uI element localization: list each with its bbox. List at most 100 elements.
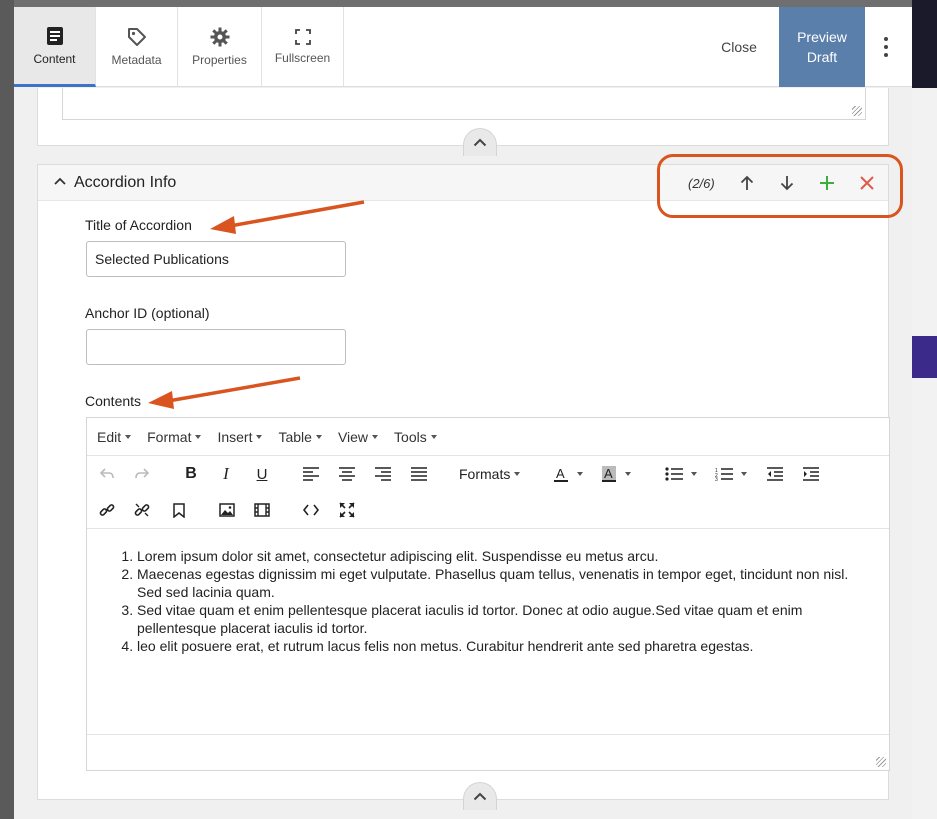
editor-toolbar-row-2 [87, 492, 889, 528]
redo-button[interactable] [132, 464, 152, 484]
bullet-list-icon [665, 467, 683, 481]
rich-text-editor: Edit Format Insert Table View Tools B I [86, 417, 890, 771]
bookmark-icon [173, 502, 185, 518]
menu-insert[interactable]: Insert [217, 429, 263, 445]
list-item: leo elit posuere erat, et rutrum lacus f… [137, 637, 865, 655]
tab-content[interactable]: Content [14, 7, 96, 87]
preview-draft-button[interactable]: Preview Draft [779, 7, 865, 87]
insert-media-button[interactable] [252, 500, 272, 520]
indent-icon [803, 467, 819, 481]
italic-icon: I [223, 464, 229, 483]
tab-label: Metadata [111, 53, 162, 67]
bold-icon: B [185, 465, 197, 482]
close-button[interactable]: Close [704, 7, 774, 87]
underline-icon: U [256, 465, 268, 483]
underline-button[interactable]: U [252, 464, 272, 484]
tab-label: Properties [192, 53, 247, 67]
svg-text:A: A [604, 466, 613, 481]
italic-button[interactable]: I [216, 464, 236, 484]
insert-link-button[interactable] [97, 500, 117, 520]
modal-toolbar: Content Metadata Properties Fullscreen C… [14, 7, 912, 87]
align-right-button[interactable] [373, 464, 393, 484]
resize-handle-icon[interactable] [876, 757, 886, 767]
annotation-highlight-box [657, 154, 903, 218]
justify-icon [411, 467, 427, 481]
more-options-icon[interactable] [876, 37, 896, 57]
align-center-icon [339, 467, 355, 481]
text-color-button[interactable]: A [553, 464, 583, 484]
fullscreen-icon [294, 29, 311, 45]
background-color-button[interactable]: A [601, 464, 631, 484]
preview-label-line2: Draft [806, 49, 838, 65]
highlight-color-icon: A [602, 466, 616, 482]
menu-tools[interactable]: Tools [394, 429, 437, 445]
undo-button[interactable] [97, 464, 117, 484]
title-of-accordion-input[interactable] [86, 241, 346, 277]
bold-button[interactable]: B [181, 464, 201, 484]
menu-format[interactable]: Format [147, 429, 202, 445]
editor-toolbar-row-1: B I U Formats A A 1 2 3 [87, 456, 889, 492]
fullscreen-editor-button[interactable] [337, 500, 357, 520]
list-item: Lorem ipsum dolor sit amet, consectetur … [137, 547, 865, 565]
svg-text:3: 3 [715, 477, 718, 481]
tag-icon [127, 28, 146, 46]
menu-table[interactable]: Table [278, 429, 322, 445]
menu-edit[interactable]: Edit [97, 429, 132, 445]
anchor-button[interactable] [169, 500, 189, 520]
collapse-accordion-button[interactable] [463, 782, 497, 810]
svg-text:A: A [556, 466, 565, 481]
editor-body[interactable]: Lorem ipsum dolor sit amet, consectetur … [87, 528, 889, 734]
editor-modal: Content Metadata Properties Fullscreen C… [14, 7, 912, 819]
anchor-id-input[interactable] [86, 329, 346, 365]
tab-metadata[interactable]: Metadata [96, 7, 178, 87]
accordion-title: Accordion Info [74, 174, 177, 191]
align-left-icon [303, 467, 319, 481]
text-color-icon: A [554, 466, 568, 482]
tab-fullscreen[interactable]: Fullscreen [262, 7, 344, 87]
source-code-button[interactable] [301, 500, 321, 520]
list-item: Sed vitae quam et enim pellentesque plac… [137, 601, 865, 637]
justify-button[interactable] [409, 464, 429, 484]
remove-link-button[interactable] [132, 500, 152, 520]
unlink-icon [134, 503, 150, 517]
gear-icon [210, 27, 229, 47]
editor-statusbar [87, 734, 889, 770]
tab-label: Fullscreen [274, 51, 331, 65]
code-icon [303, 504, 319, 516]
menu-view[interactable]: View [338, 429, 379, 445]
tab-label: Content [33, 51, 76, 66]
title-of-accordion-label: Title of Accordion [85, 217, 192, 233]
outdent-button[interactable] [765, 464, 785, 484]
link-icon [99, 504, 115, 516]
editor-menubar: Edit Format Insert Table View Tools [87, 418, 889, 456]
previous-textarea[interactable] [62, 88, 866, 120]
document-icon [46, 26, 63, 45]
bullet-list-button[interactable] [665, 464, 697, 484]
chevron-up-icon [473, 138, 487, 147]
chevron-up-icon [473, 792, 487, 801]
numbered-list-icon: 123 [715, 468, 733, 481]
insert-image-button[interactable] [217, 500, 237, 520]
align-left-button[interactable] [301, 464, 321, 484]
chevron-up-icon[interactable] [54, 177, 66, 185]
numbered-list-button[interactable]: 123 [715, 464, 747, 484]
align-right-icon [375, 467, 391, 481]
image-icon [219, 503, 235, 517]
film-icon [254, 503, 270, 517]
tab-properties[interactable]: Properties [178, 7, 262, 87]
anchor-id-label: Anchor ID (optional) [85, 305, 210, 321]
numbered-list: Lorem ipsum dolor sit amet, consectetur … [113, 547, 865, 655]
undo-icon [100, 468, 114, 479]
background-left-strip [0, 0, 14, 819]
resize-handle-icon[interactable] [852, 106, 862, 116]
align-center-button[interactable] [337, 464, 357, 484]
list-item: Maecenas egestas dignissim mi eget vulpu… [137, 565, 865, 601]
preview-label-line1: Preview [797, 29, 847, 45]
background-right-strip [912, 0, 937, 819]
indent-button[interactable] [801, 464, 821, 484]
contents-label: Contents [85, 393, 142, 409]
collapse-section-button[interactable] [463, 128, 497, 156]
previous-section-card [37, 88, 889, 146]
formats-dropdown[interactable]: Formats [459, 464, 521, 484]
expand-icon [339, 502, 355, 518]
